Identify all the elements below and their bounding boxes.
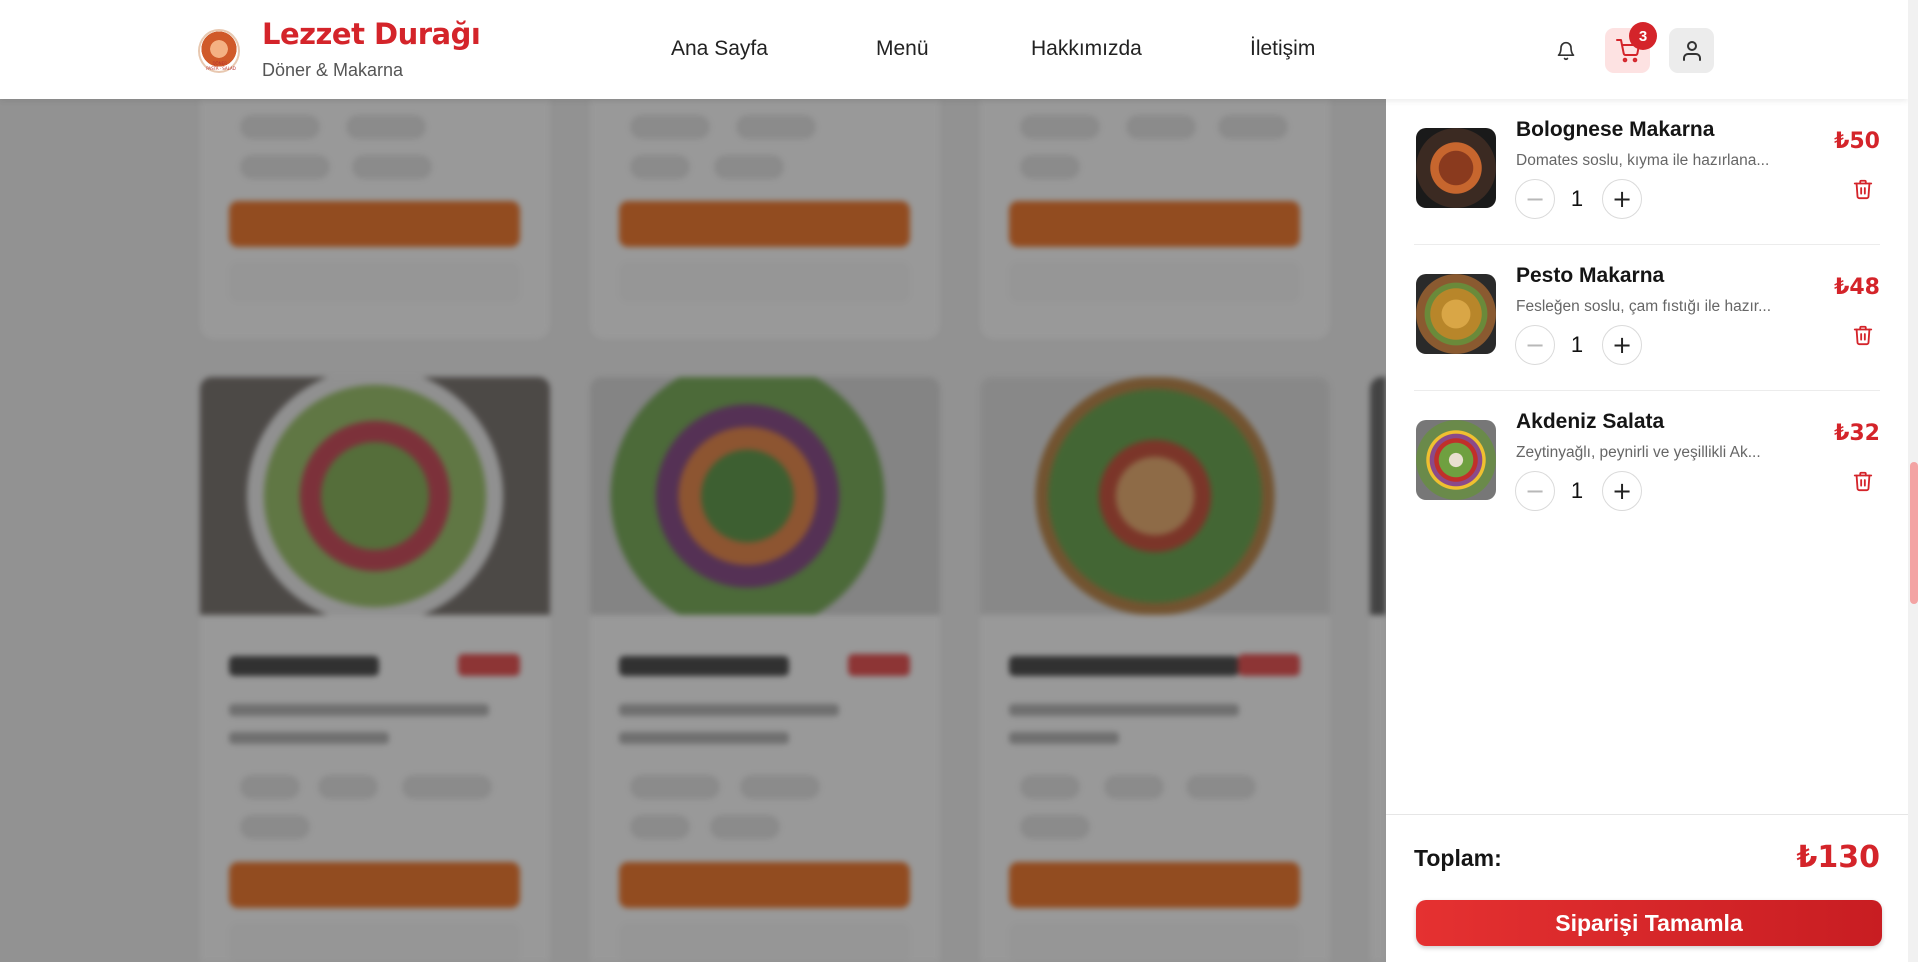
decrease-quantity-button[interactable]: − bbox=[1515, 179, 1555, 219]
brand-subtitle: Döner & Makarna bbox=[262, 60, 404, 80]
nav-about[interactable]: Hakkımızda bbox=[1031, 37, 1142, 61]
cart-count-badge: 3 bbox=[1629, 22, 1657, 50]
bell-icon bbox=[1557, 41, 1574, 60]
account-button[interactable] bbox=[1669, 28, 1714, 73]
cart-item-price: ₺50 bbox=[1834, 129, 1880, 154]
cart-item: Akdeniz Salata Zeytinyağlı, peynirli ve … bbox=[1414, 391, 1880, 537]
cart-item-name: Bolognese Makarna bbox=[1516, 118, 1715, 141]
total-value: ₺130 bbox=[1796, 840, 1881, 875]
increase-quantity-button[interactable]: + bbox=[1602, 179, 1642, 219]
quantity-value: 1 bbox=[1570, 186, 1584, 211]
cart-item: Pesto Makarna Fesleğen soslu, çam fıstığ… bbox=[1414, 245, 1880, 391]
trash-icon[interactable] bbox=[1852, 324, 1874, 346]
quantity-value: 1 bbox=[1570, 332, 1584, 357]
brand-title[interactable]: Lezzet Durağı bbox=[262, 17, 481, 51]
logo[interactable]: DÖNER · PASTA · SALAD bbox=[198, 29, 240, 73]
plus-icon: + bbox=[1611, 185, 1633, 213]
trash-icon[interactable] bbox=[1852, 178, 1874, 200]
total-label: Toplam: bbox=[1414, 845, 1502, 871]
minus-icon: − bbox=[1524, 477, 1546, 505]
nav-menu[interactable]: Menü bbox=[876, 37, 929, 61]
quantity-value: 1 bbox=[1570, 478, 1584, 503]
checkout-button[interactable]: Siparişi Tamamla bbox=[1416, 900, 1882, 946]
decrease-quantity-button[interactable]: − bbox=[1515, 471, 1555, 511]
logo-text: DÖNER · PASTA · SALAD bbox=[206, 61, 236, 71]
scrollbar-thumb[interactable] bbox=[1910, 462, 1918, 604]
cart-item-name: Pesto Makarna bbox=[1516, 264, 1665, 287]
cart-drawer: Bolognese Makarna Domates soslu, kıyma i… bbox=[1386, 99, 1908, 962]
trash-icon[interactable] bbox=[1852, 470, 1874, 492]
nav-home[interactable]: Ana Sayfa bbox=[671, 37, 768, 61]
minus-icon: − bbox=[1524, 331, 1546, 359]
plus-icon: + bbox=[1611, 331, 1633, 359]
cart-item-price: ₺48 bbox=[1834, 275, 1880, 300]
increase-quantity-button[interactable]: + bbox=[1602, 471, 1642, 511]
cart-item-image bbox=[1416, 128, 1496, 208]
site-header: DÖNER · PASTA · SALAD Lezzet Durağı Döne… bbox=[0, 0, 1908, 99]
modal-overlay[interactable] bbox=[0, 99, 1386, 962]
cart-item: Bolognese Makarna Domates soslu, kıyma i… bbox=[1414, 99, 1880, 245]
cart-item-description: Domates soslu, kıyma ile hazırlana... bbox=[1516, 152, 1770, 169]
cart-item-description: Zeytinyağlı, peynirli ve yeşillikli Ak..… bbox=[1516, 444, 1761, 461]
increase-quantity-button[interactable]: + bbox=[1602, 325, 1642, 365]
decrease-quantity-button[interactable]: − bbox=[1515, 325, 1555, 365]
cart-item-price: ₺32 bbox=[1834, 421, 1880, 446]
user-icon bbox=[1682, 40, 1701, 61]
cart-footer: Toplam: ₺130 Siparişi Tamamla bbox=[1386, 814, 1908, 962]
plus-icon: + bbox=[1611, 477, 1633, 505]
cart-item-image bbox=[1416, 274, 1496, 354]
minus-icon: − bbox=[1524, 185, 1546, 213]
cart-item-name: Akdeniz Salata bbox=[1516, 410, 1665, 433]
cart-item-description: Fesleğen soslu, çam fıstığı ile hazır... bbox=[1516, 298, 1772, 315]
notifications-button[interactable] bbox=[1543, 28, 1588, 73]
cart-item-image bbox=[1416, 420, 1496, 500]
nav-contact[interactable]: İletişim bbox=[1250, 37, 1315, 61]
